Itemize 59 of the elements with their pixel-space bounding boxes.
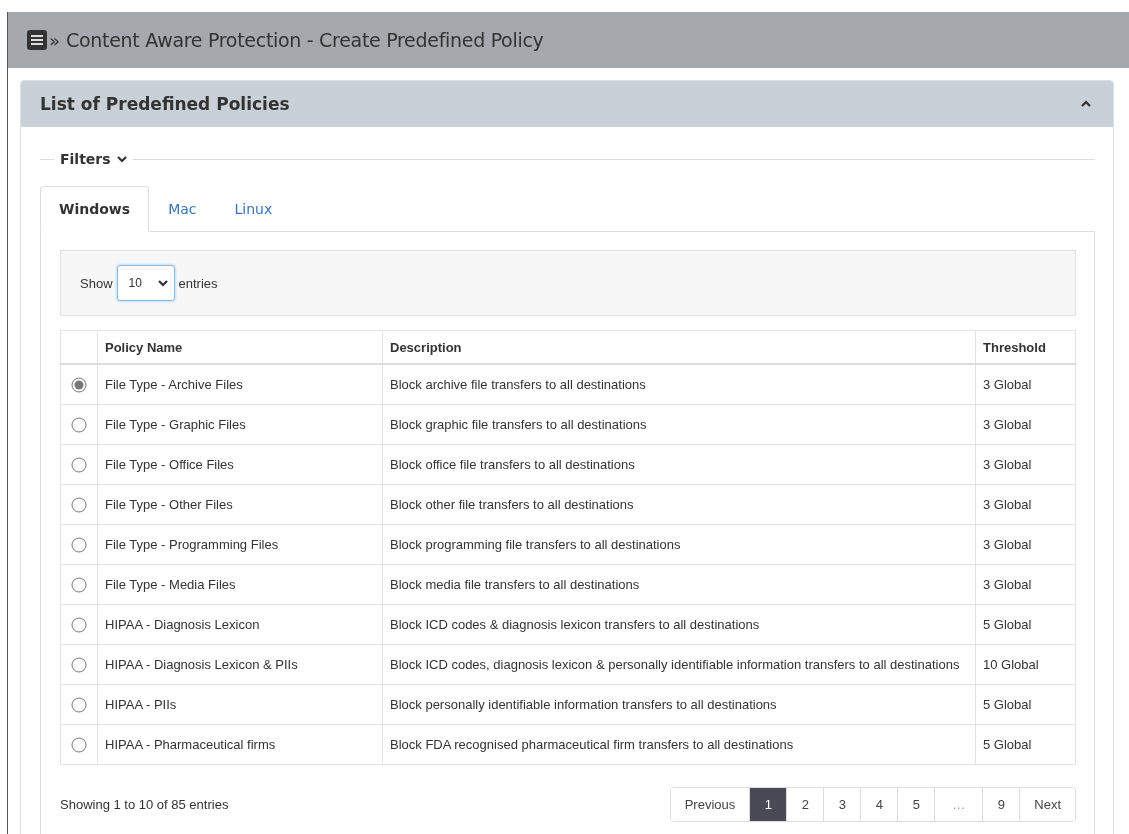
- radio-button[interactable]: [71, 576, 87, 593]
- column-header: Threshold: [975, 330, 1076, 364]
- table-cell: Block ICD codes, diagnosis lexicon & personally identifiable information transfers to all destinations: [382, 644, 976, 685]
- table-cell: 5 Global: [975, 604, 1076, 645]
- table-cell: HIPAA - Diagnosis Lexicon: [97, 604, 383, 645]
- menu-icon: [27, 30, 47, 50]
- table-cell: 3 Global: [975, 364, 1076, 405]
- radio-button[interactable]: [71, 496, 87, 513]
- table-cell: 3 Global: [975, 564, 1076, 605]
- table-cell: 10 Global: [975, 644, 1076, 685]
- entries-select[interactable]: 10: [116, 265, 175, 301]
- table-cell: Block other file transfers to all destinations: [382, 484, 976, 525]
- table-cell: HIPAA - Diagnosis Lexicon & PIIs: [97, 644, 383, 685]
- entries-info: Showing 1 to 10 of 85 entries: [60, 797, 229, 812]
- radio-button[interactable]: [71, 376, 87, 393]
- radio-button[interactable]: [71, 696, 87, 713]
- table-cell: 5 Global: [975, 724, 1076, 765]
- radio-button[interactable]: [71, 656, 87, 673]
- tab[interactable]: Windows: [40, 186, 150, 232]
- panel-title: List of Predefined Policies: [40, 94, 290, 114]
- filters-toggle[interactable]: Filters: [54, 151, 133, 167]
- radio-button[interactable]: [71, 456, 87, 473]
- table-cell: Block FDA recognised pharmaceutical firm transfers to all destinations: [382, 724, 976, 765]
- table-cell: 3 Global: [975, 404, 1076, 445]
- table-cell: File Type - Archive Files: [97, 364, 383, 405]
- radio-button[interactable]: [71, 536, 87, 553]
- breadcrumb-arrow: »: [49, 29, 60, 51]
- table-cell: Block graphic file transfers to all destinations: [382, 404, 976, 445]
- table-cell: File Type - Office Files: [97, 444, 383, 485]
- table-cell: File Type - Other Files: [97, 484, 383, 525]
- chevron-icon: [157, 279, 168, 287]
- radio-button[interactable]: [71, 616, 87, 633]
- table-cell: Block office file transfers to all destinations: [382, 444, 976, 485]
- table-cell: HIPAA - Pharmaceutical firms: [97, 724, 383, 765]
- page-title: Content Aware Protection - Create Predefined Policy: [66, 29, 544, 51]
- table-cell: Block ICD codes & diagnosis lexicon transfers to all destinations: [382, 604, 976, 645]
- table-cell: Block archive file transfers to all destinations: [382, 364, 976, 405]
- tab[interactable]: Linux: [215, 186, 292, 232]
- table-cell: File Type - Media Files: [97, 564, 383, 605]
- table-cell: 3 Global: [975, 524, 1076, 565]
- table-cell: 3 Global: [975, 484, 1076, 525]
- tab[interactable]: Mac: [149, 186, 216, 232]
- table-cell: 3 Global: [975, 444, 1076, 485]
- table-cell: Block programming file transfers to all destinations: [382, 524, 976, 565]
- show-label: Show: [80, 275, 113, 291]
- table-cell: Block media file transfers to all destinations: [382, 564, 976, 605]
- pagination-button[interactable]: 1: [749, 788, 787, 821]
- radio-button[interactable]: [71, 416, 87, 433]
- radio-button[interactable]: [71, 736, 87, 753]
- column-header: Policy Name: [97, 330, 383, 364]
- menu-button[interactable]: [27, 30, 47, 50]
- table-cell: File Type - Graphic Files: [97, 404, 383, 445]
- table-cell: File Type - Programming Files: [97, 524, 383, 565]
- column-header: Description: [382, 330, 976, 364]
- table-cell: HIPAA - PIIs: [97, 684, 383, 725]
- table-cell: 5 Global: [975, 684, 1076, 725]
- table-cell: Block personally identifiable information transfers to all destinations: [382, 684, 976, 725]
- pagination-button[interactable]: Next: [1019, 788, 1075, 821]
- entries-label: entries: [178, 275, 218, 291]
